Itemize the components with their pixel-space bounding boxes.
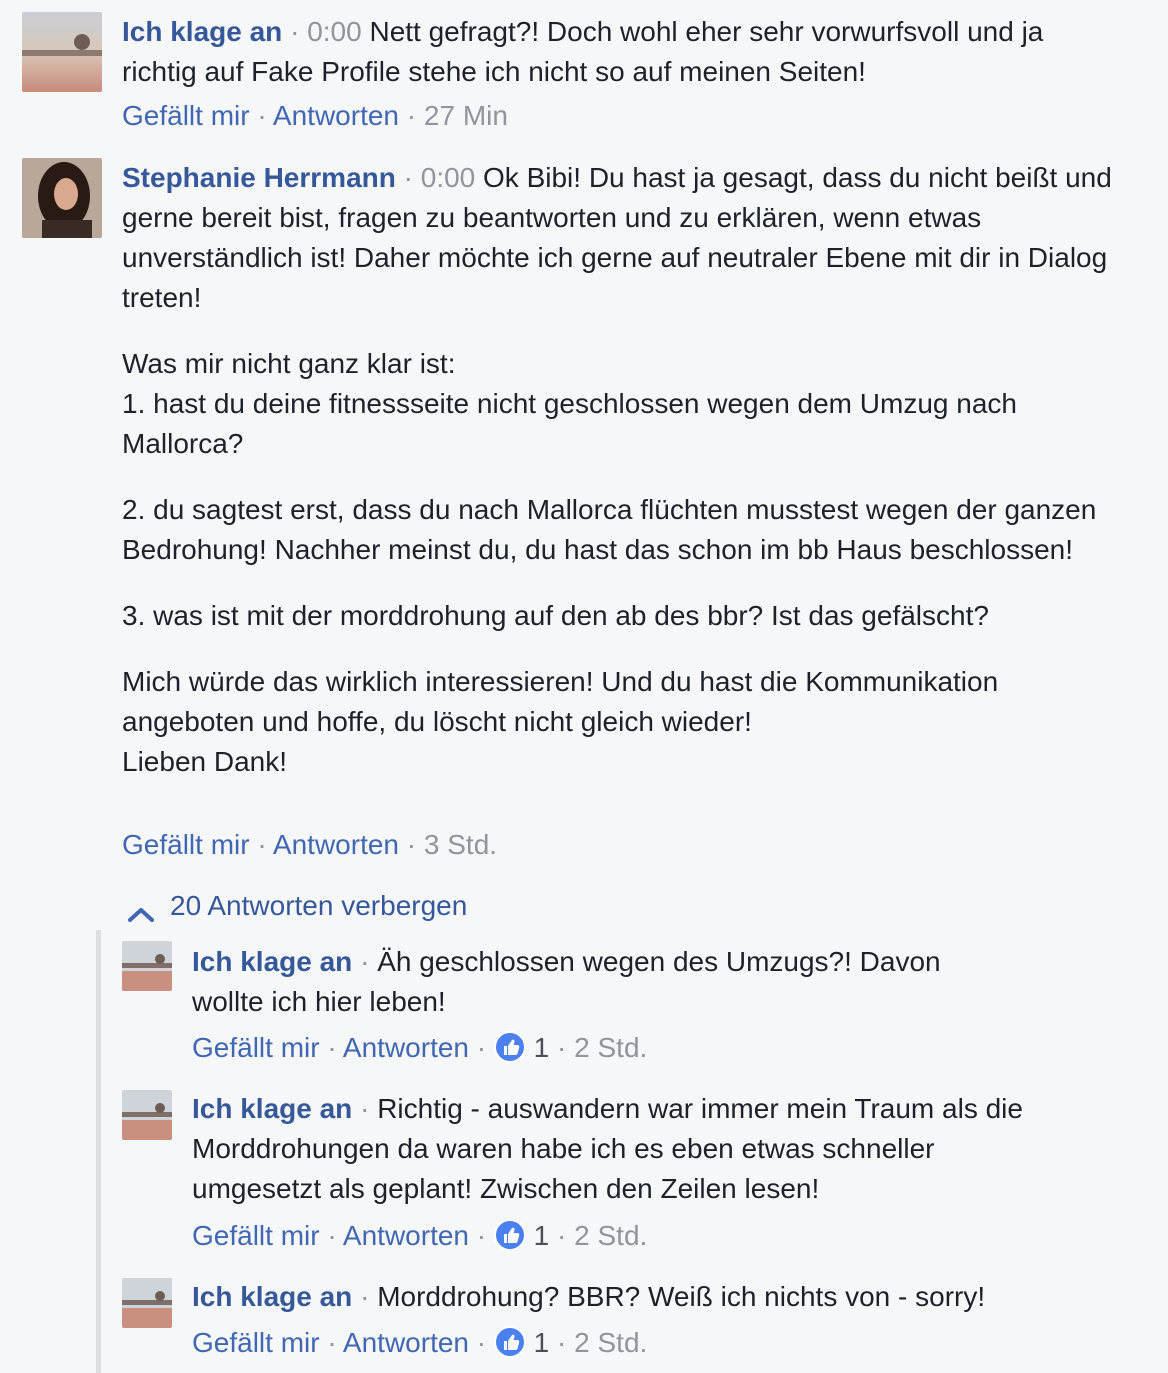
avatar[interactable] <box>122 1278 172 1328</box>
separator: · <box>327 1327 337 1358</box>
separator: · <box>257 829 267 860</box>
comment-author[interactable]: Ich klage an <box>192 946 352 977</box>
comment-paragraph: Was mir nicht ganz klar ist: 1. hast du … <box>122 344 1112 464</box>
comment-author[interactable]: Stephanie Herrmann <box>122 162 396 193</box>
reply-link[interactable]: Antworten <box>343 1220 469 1251</box>
hide-replies-label: 20 Antworten verbergen <box>170 890 468 921</box>
comment-text: Morddrohung? BBR? Weiß ich nichts von - … <box>377 1281 986 1312</box>
separator: · <box>360 1093 370 1124</box>
comment-paragraph: Mich würde das wirklich interessieren! U… <box>122 662 1112 782</box>
thumbs-up-icon[interactable] <box>493 1326 526 1358</box>
like-link[interactable]: Gefällt mir <box>122 100 250 131</box>
reply-link[interactable]: Antworten <box>343 1327 469 1358</box>
separator: · <box>327 1032 337 1063</box>
separator: · <box>476 1220 487 1251</box>
like-count[interactable]: 1 <box>534 1220 550 1251</box>
thumbs-up-icon[interactable] <box>493 1031 526 1063</box>
comment-timestamp[interactable]: 2 Std. <box>574 1327 647 1358</box>
comment-text: Lieben Dank! <box>122 746 288 777</box>
separator: · <box>476 1032 487 1063</box>
comment-author[interactable]: Ich klage an <box>192 1281 352 1312</box>
comment-timestamp[interactable]: 27 Min <box>424 100 508 131</box>
like-link[interactable]: Gefällt mir <box>122 829 250 860</box>
like-count[interactable]: 1 <box>534 1032 550 1063</box>
separator: · <box>360 1281 370 1312</box>
video-timecode[interactable]: 0:00 <box>421 162 476 193</box>
comment-actions: Gefällt mir · Antworten · 3 Std. <box>122 827 497 863</box>
chevron-up-icon <box>126 898 156 922</box>
avatar[interactable] <box>22 12 102 92</box>
thumbs-up-icon[interactable] <box>493 1219 526 1251</box>
avatar[interactable] <box>122 1090 172 1140</box>
separator: · <box>327 1220 337 1251</box>
comment-paragraph: 2. du sagtest erst, dass du nach Mallorc… <box>122 490 1112 570</box>
like-link[interactable]: Gefällt mir <box>192 1220 320 1251</box>
comment-paragraph: Stephanie Herrmann · 0:00 Ok Bibi! Du ha… <box>122 158 1112 318</box>
separator: · <box>406 829 417 860</box>
separator: · <box>403 162 413 193</box>
comment-body: Stephanie Herrmann · 0:00 Ok Bibi! Du ha… <box>122 158 1112 782</box>
comment-text: 1. hast du deine fitnessseite nicht gesc… <box>122 388 1017 459</box>
comment-timestamp[interactable]: 3 Std. <box>424 829 497 860</box>
comment-timestamp[interactable]: 2 Std. <box>574 1220 647 1251</box>
separator: · <box>360 946 370 977</box>
thread-line <box>96 930 101 1373</box>
separator: · <box>557 1032 567 1063</box>
reply-link[interactable]: Antworten <box>273 100 399 131</box>
comment-body: Ich klage an · 0:00 Nett gefragt?! Doch … <box>122 12 1112 92</box>
reply-link[interactable]: Antworten <box>343 1032 469 1063</box>
like-link[interactable]: Gefällt mir <box>192 1327 320 1358</box>
comment-paragraph: 3. was ist mit der morddrohung auf den a… <box>122 596 1112 636</box>
comment-actions: Gefällt mir · Antworten · 1 · 2 Std. <box>192 1218 647 1254</box>
avatar[interactable] <box>22 158 102 238</box>
comment-body: Ich klage an · Richtig - auswandern war … <box>192 1089 1052 1209</box>
like-link[interactable]: Gefällt mir <box>192 1032 320 1063</box>
separator: · <box>476 1327 487 1358</box>
avatar[interactable] <box>122 941 172 991</box>
separator: · <box>406 100 417 131</box>
comment-actions: Gefällt mir · Antworten · 1 · 2 Std. <box>192 1030 647 1066</box>
comment-text: Mich würde das wirklich interessieren! U… <box>122 666 999 737</box>
comment-body: Ich klage an · Morddrohung? BBR? Weiß ic… <box>192 1277 1092 1317</box>
separator: · <box>257 100 267 131</box>
comment-actions: Gefällt mir · Antworten · 27 Min <box>122 98 508 134</box>
reply-link[interactable]: Antworten <box>273 829 399 860</box>
separator: · <box>557 1220 567 1251</box>
comment-text: 2. du sagtest erst, dass du nach Mallorc… <box>122 494 1097 565</box>
separator: · <box>290 16 300 47</box>
comment-text: 3. was ist mit der morddrohung auf den a… <box>122 600 989 631</box>
comment-timestamp[interactable]: 2 Std. <box>574 1032 647 1063</box>
video-timecode[interactable]: 0:00 <box>307 16 362 47</box>
comment-author[interactable]: Ich klage an <box>192 1093 352 1124</box>
like-count[interactable]: 1 <box>534 1327 550 1358</box>
comment-text: Was mir nicht ganz klar ist: <box>122 348 456 379</box>
comment-actions: Gefällt mir · Antworten · 1 · 2 Std. <box>192 1325 647 1361</box>
comment-author[interactable]: Ich klage an <box>122 16 282 47</box>
hide-replies-toggle[interactable]: 20 Antworten verbergen <box>126 888 467 924</box>
comment-body: Ich klage an · Äh geschlossen wegen des … <box>192 942 1012 1022</box>
separator: · <box>557 1327 567 1358</box>
